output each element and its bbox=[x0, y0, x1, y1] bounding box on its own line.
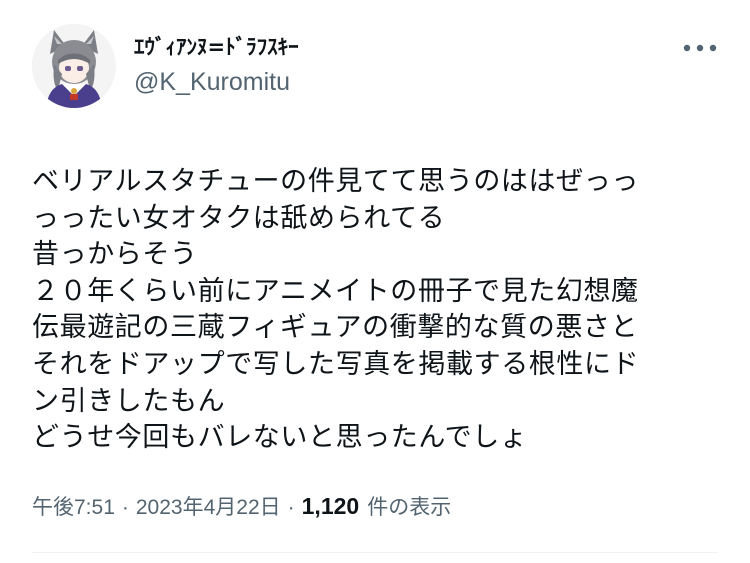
tweet-text: ベリアルスタチューの件見てて思うのははぜっっ っったい女オタクは舐められてる 昔… bbox=[32, 164, 712, 457]
meta-separator: · bbox=[121, 495, 129, 519]
tweet-date[interactable]: 2023年4月22日 bbox=[136, 491, 281, 521]
tweet-text-line: ン引きしたもん bbox=[32, 385, 226, 417]
view-label: 件の表示 bbox=[367, 495, 452, 519]
display-name[interactable]: ｴｳﾞｨｱﾝﾇ=ﾄﾞﾗﾌｽｷｰ bbox=[134, 33, 718, 61]
tweet-text-line: 伝最遊記の三蔵フィギュアの衝撃的な質の悪さと bbox=[32, 312, 639, 344]
more-options-icon bbox=[683, 44, 717, 52]
tweet-header: ｴｳﾞｨｱﾝﾇ=ﾄﾞﾗﾌｽｷｰ @K_Kuromitu bbox=[32, 22, 718, 110]
meta-separator: · bbox=[287, 495, 295, 519]
tweet-text-line: っったい女オタクは舐められてる bbox=[32, 202, 446, 234]
cat-eared-character-avatar-icon bbox=[32, 24, 116, 108]
tweet-text-line: どうせ今回もバレないと思ったんでしょ bbox=[32, 422, 528, 454]
view-count: 1,120 bbox=[301, 492, 360, 519]
more-options-button[interactable] bbox=[680, 36, 720, 60]
author-names: ｴｳﾞｨｱﾝﾇ=ﾄﾞﾗﾌｽｷｰ @K_Kuromitu bbox=[134, 33, 718, 99]
avatar[interactable] bbox=[32, 24, 116, 108]
tweet-text-line: 昔っからそう bbox=[32, 239, 198, 271]
tweet-text-line: それをドアップで写した写真を掲載する根性にド bbox=[32, 348, 640, 380]
tweet-card: ｴｳﾞｨｱﾝﾇ=ﾄﾞﾗﾌｽｷｰ @K_Kuromitu ベリアルスタチューの件見… bbox=[0, 0, 750, 563]
tweet-text-line: ２０年くらい前にアニメイトの冊子で見た幻想魔 bbox=[32, 275, 639, 307]
tweet-meta: 午後7:51 · 2023年4月22日 · 1,120 件の表示 bbox=[32, 491, 718, 521]
tweet-time[interactable]: 午後7:51 bbox=[32, 491, 115, 521]
tweet-text-line: ベリアルスタチューの件見てて思うのははぜっっ bbox=[32, 166, 639, 197]
author-handle[interactable]: @K_Kuromitu bbox=[134, 65, 718, 99]
divider bbox=[32, 552, 718, 553]
